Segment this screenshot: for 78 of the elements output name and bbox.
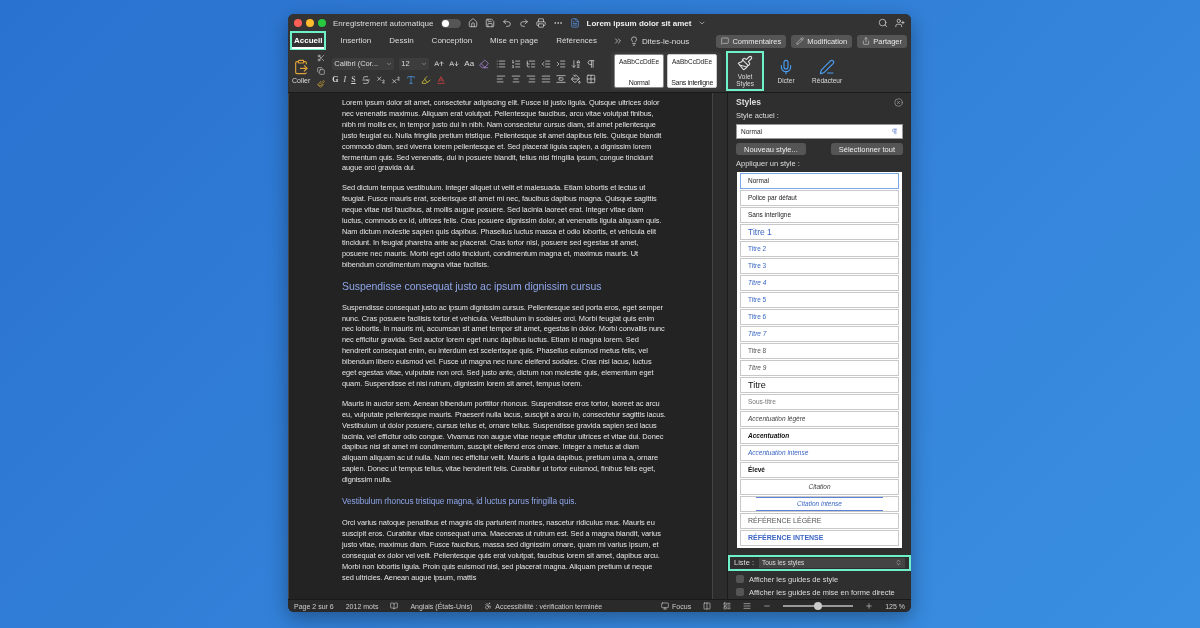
share-icon[interactable] [862,37,871,45]
increase-indent-icon[interactable] [556,58,567,69]
multilevel-list-icon[interactable] [526,58,537,69]
strikethrough-icon[interactable] [360,74,371,85]
text-effects-icon[interactable] [405,74,416,85]
copy-icon[interactable] [317,67,326,75]
clipboard-icon[interactable] [293,58,310,75]
align-center-icon[interactable] [511,73,522,84]
focus-icon[interactable] [661,602,670,610]
chevron-down-icon [421,60,428,67]
document-icon[interactable] [569,18,580,28]
ribbon-tab[interactable]: Conception [429,33,475,49]
grow-font-icon[interactable] [434,58,445,69]
pane-title: Styles [736,97,762,107]
save-icon[interactable] [484,18,495,28]
align-right-icon[interactable] [526,73,537,84]
sort-icon[interactable] [571,58,582,69]
search-icon[interactable] [878,18,888,28]
chevron-down-icon [386,60,393,67]
scrollbar[interactable] [712,93,728,599]
format-painter-icon[interactable] [317,80,326,88]
heading: Suspendisse consequat justo ac ipsum dignissim cursus [342,279,603,293]
clear-format-icon[interactable] [479,58,490,69]
lightbulb-icon[interactable] [629,36,640,46]
style-item[interactable]: Titre [741,378,898,392]
close-button[interactable] [294,19,302,27]
font-color-icon[interactable] [435,74,446,85]
redo-icon[interactable] [518,18,529,28]
home-icon[interactable] [467,18,478,28]
draft-icon[interactable] [743,602,752,610]
superscript-icon[interactable] [390,74,401,85]
align-left-icon[interactable] [496,73,507,84]
shrink-font-icon[interactable] [449,58,460,69]
pencil-icon[interactable] [796,37,805,45]
chevron-down-icon[interactable] [698,19,707,27]
updown-chevron-icon [895,559,902,566]
accessibility-icon[interactable] [484,602,493,610]
ribbon-tab[interactable]: Dessin [387,33,416,49]
format-button[interactable]: S [351,75,356,84]
cut-icon[interactable] [317,54,326,62]
share-person-icon[interactable] [895,18,905,28]
print-layout-icon[interactable] [703,602,712,610]
shading-icon[interactable] [571,73,582,84]
subscript-icon[interactable] [375,74,386,85]
ribbon-tab[interactable]: Mise en page [488,33,541,49]
style-item[interactable]: Titre 1 [741,225,898,239]
numbering-icon[interactable] [511,58,522,69]
pilcrow-icon [891,128,898,135]
format-button[interactable]: G [332,75,339,84]
more-tabs-icon[interactable] [613,36,624,46]
close-icon[interactable] [894,97,903,107]
borders-icon[interactable] [586,73,597,84]
change-case-button[interactable]: Aa [464,59,475,68]
zoom-button[interactable] [318,19,326,27]
editor-pen-icon[interactable] [819,58,836,75]
line-spacing-icon[interactable] [556,73,567,84]
pilcrow-icon[interactable] [586,58,597,69]
print-icon[interactable] [535,18,546,28]
autosave-toggle[interactable] [440,18,461,28]
styles-pane-icon[interactable] [737,55,754,71]
decrease-indent-icon[interactable] [541,58,552,69]
undo-icon[interactable] [501,18,512,28]
zoom-in-icon[interactable] [865,602,874,610]
ribbon-tab[interactable]: Insertion [338,33,374,49]
tell-me-field[interactable]: Dites-le-nous [642,36,690,46]
minimize-button[interactable] [306,19,314,27]
justify-icon[interactable] [541,73,552,84]
bullets-icon[interactable] [496,58,507,69]
ribbon-tab[interactable]: Accueil [292,33,325,49]
window-title: Lorem ipsum dolor sit amet [586,18,692,28]
proofing-icon[interactable] [390,602,399,610]
highlighter-icon[interactable] [420,74,431,85]
ribbon-tab[interactable]: Références [554,33,600,49]
heading: Vestibulum rhoncus tristique magna, id luctus purus fringilla quis. [342,495,578,509]
comment-icon[interactable] [721,37,730,45]
format-button[interactable]: I [343,75,347,84]
outline-icon[interactable] [723,602,732,610]
autosave-label: Enregistrement automatique [333,18,434,28]
